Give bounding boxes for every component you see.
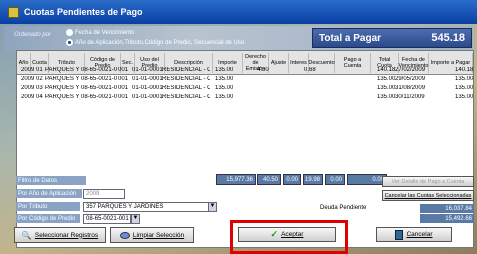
- filter-year-label: Por Año de Aplicación: [16, 189, 82, 198]
- door-icon: [395, 229, 404, 240]
- cell-pagar: 135.00: [455, 76, 474, 82]
- cell-tributo: PARQUES Y JAR: [45, 67, 81, 73]
- cancel-button[interactable]: Cancelar: [376, 227, 452, 242]
- cell-anio: 2009: [21, 94, 35, 100]
- radio-selected-icon: [66, 39, 73, 46]
- cell-anio: 2009: [21, 67, 35, 73]
- cell-codigo: 08-65-0021-001: [81, 67, 117, 73]
- cancel-selected-button[interactable]: Cancelar las Cuotas Seleccionadas: [382, 190, 474, 201]
- cell-sec: 001: [118, 76, 129, 82]
- cell-importe: 135.00: [215, 94, 234, 100]
- year-select[interactable]: 2009: [83, 189, 125, 199]
- total-value: 545.18: [431, 32, 465, 44]
- view-detail-button[interactable]: Ver Detalle de Pago a Cuenta: [382, 176, 474, 187]
- tributo-select[interactable]: 357 PARQUES Y JARDINES: [83, 202, 211, 212]
- cell-fecha: 27/02/2009: [395, 67, 426, 73]
- cell-sec: 001: [118, 85, 129, 91]
- cell-tributo: PARQUES Y JAR: [45, 76, 81, 82]
- cell-cuota: 04: [36, 94, 43, 100]
- cell-importe: 135.00: [215, 67, 234, 73]
- total-label: Total a Pagar: [319, 32, 382, 44]
- cell-uso: 01-01-0001: [132, 85, 163, 91]
- cell-anio: 2009: [21, 85, 35, 91]
- cell-uso: 01-01-0001: [132, 76, 163, 82]
- cell-interes: 0.68: [304, 67, 316, 73]
- cell-pagar: 135.00: [455, 85, 474, 91]
- cell-importe: 135.00: [215, 76, 234, 82]
- title-bar: Cuotas Pendientes de Pago: [0, 0, 477, 24]
- cell-fecha: 30/11/2009: [395, 94, 425, 100]
- cell-codigo: 08-65-0021-001: [81, 85, 117, 91]
- filter-title: Filtro de Datos: [16, 176, 86, 185]
- cell-fecha: 31/08/2009: [395, 85, 426, 91]
- chevron-down-icon[interactable]: ▼: [208, 202, 217, 212]
- table-row[interactable]: 2009 01 PARQUES Y JAR 08-65-0021-001 001…: [17, 67, 473, 76]
- eraser-icon: [119, 231, 130, 239]
- sort-by-year-radio[interactable]: Año de Aplicación,Tributo,Código de Pred…: [66, 39, 244, 46]
- sort-by-date-radio[interactable]: Fecha de Vencimiento: [66, 29, 134, 36]
- window-title: Cuotas Pendientes de Pago: [24, 7, 143, 17]
- cell-cuota: 02: [36, 76, 43, 82]
- radio-icon: [66, 29, 73, 36]
- total-descuento: 0.00: [325, 174, 345, 185]
- cell-sec: 001: [118, 94, 129, 100]
- deuda-label: Deuda Pendiente: [320, 205, 367, 211]
- sort-label: Ordenado por: [14, 32, 52, 38]
- total-pago-cuenta: 0.00: [347, 174, 387, 185]
- cell-anio: 2009: [21, 76, 35, 82]
- cell-pagar: 135.00: [455, 94, 474, 100]
- filter-tributo-label: Por Tributo: [16, 202, 80, 211]
- app-icon: [8, 6, 19, 18]
- clear-selection-button[interactable]: Limpiar Selección: [110, 227, 194, 243]
- table-row[interactable]: 2009 03 PARQUES Y JAR 08-65-0021-001 001…: [17, 85, 473, 94]
- total-derecho: 40.50: [257, 174, 281, 185]
- cell-uso: 01-01-0001: [132, 94, 163, 100]
- highlight-box: [230, 220, 348, 254]
- extra-value: 15,492.66: [420, 214, 474, 223]
- cell-total: 140.18: [377, 67, 396, 73]
- cell-desc: RESIDENCIAL - C: [162, 67, 210, 73]
- cell-tributo: PARQUES Y JAR: [45, 94, 81, 100]
- cell-uso: 01-01-0001: [132, 67, 163, 73]
- total-to-pay: Total a Pagar 545.18: [312, 28, 472, 48]
- cell-derecho: 4.50: [257, 67, 269, 73]
- cell-total: 135.00: [377, 76, 396, 82]
- predio-select[interactable]: 08-65-0021-001: [83, 214, 131, 224]
- select-records-button[interactable]: 🔍 Seleccionar Registros: [14, 227, 106, 243]
- cell-total: 135.00: [377, 85, 396, 91]
- cell-desc: RESIDENCIAL - C: [162, 76, 210, 82]
- cell-fecha: 29/05/2009: [395, 76, 426, 82]
- magnifier-icon: 🔍: [21, 230, 32, 240]
- chevron-down-icon[interactable]: ▼: [131, 214, 140, 224]
- cell-total: 135.00: [377, 94, 396, 100]
- cell-desc: RESIDENCIAL - C: [162, 85, 210, 91]
- cell-cuota: 03: [36, 85, 43, 91]
- cell-codigo: 08-65-0021-001: [81, 94, 117, 100]
- total-ajuste: 0.00: [283, 174, 301, 185]
- cell-pagar: 140.18: [455, 67, 474, 73]
- cell-tributo: PARQUES Y JAR: [45, 85, 81, 91]
- table-row[interactable]: 2009 02 PARQUES Y JAR 08-65-0021-001 001…: [17, 76, 473, 85]
- deuda-value: 16,037.84: [420, 204, 474, 213]
- cell-desc: RESIDENCIAL - C: [162, 94, 210, 100]
- total-interes: 19.98: [303, 174, 323, 185]
- total-importe: 15,977.36: [216, 174, 256, 185]
- cell-codigo: 08-65-0021-001: [81, 76, 117, 82]
- cell-cuota: 01: [36, 67, 43, 73]
- table-row[interactable]: 2009 04 PARQUES Y JAR 08-65-0021-001 001…: [17, 94, 473, 103]
- filter-predio-label: Por Código de Predio: [16, 214, 80, 223]
- cell-importe: 135.00: [215, 85, 234, 91]
- cell-sec: 001: [118, 67, 129, 73]
